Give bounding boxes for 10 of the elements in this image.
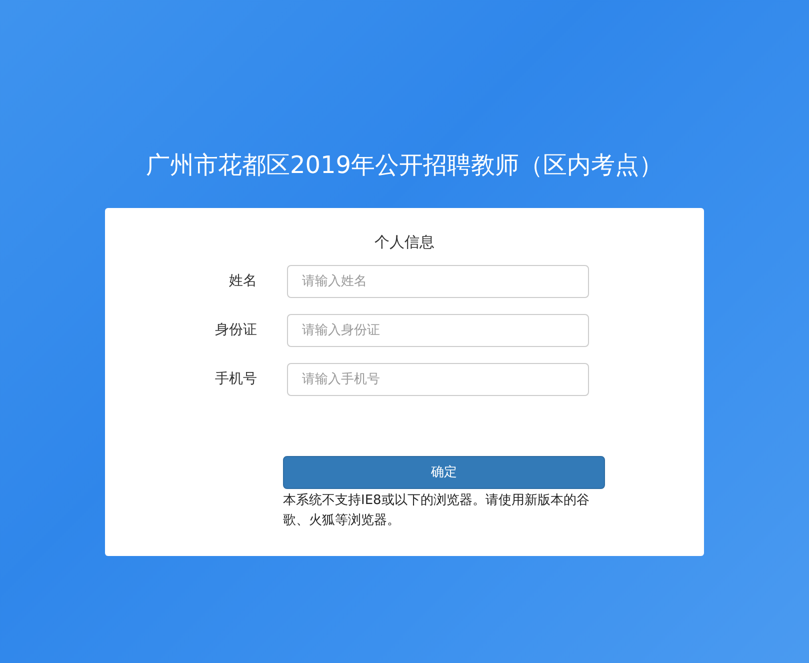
confirm-button[interactable]: 确定: [283, 456, 605, 489]
page-title: 广州市花都区2019年公开招聘教师（区内考点）: [146, 150, 664, 181]
input-field[interactable]: 请输入姓名: [287, 265, 589, 298]
field-label: 姓名: [228, 272, 257, 291]
input-field[interactable]: 请输入手机号: [287, 363, 589, 396]
browser-notice: 本系统不支持IE8或以下的浏览器。请使用新版本的谷歌、火狐等浏览器。: [283, 492, 590, 530]
input-field[interactable]: 请输入身份证: [287, 314, 589, 347]
field-label: 身份证: [214, 321, 257, 340]
card-heading: 个人信息: [374, 232, 434, 252]
field-label: 手机号: [214, 370, 257, 389]
